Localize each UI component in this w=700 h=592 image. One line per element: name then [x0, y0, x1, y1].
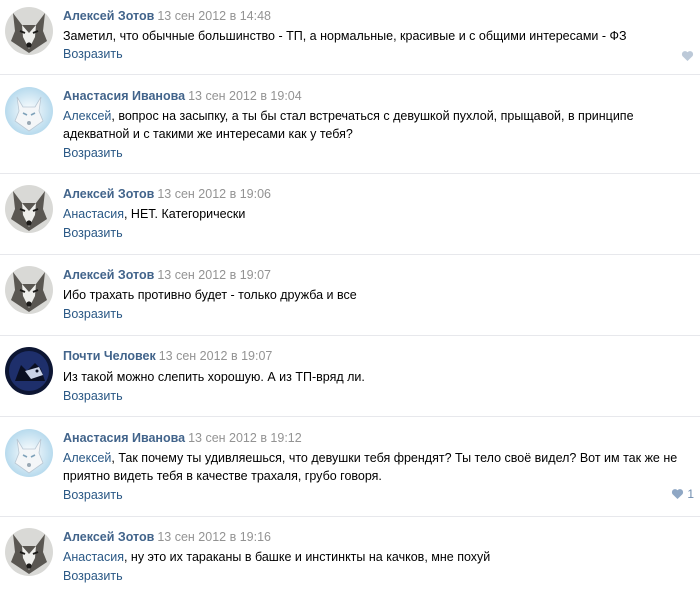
comment-date[interactable]: 13 сен 2012 в 19:07 [157, 268, 271, 282]
comment-text: Анастасия, НЕТ. Категорически [63, 205, 687, 223]
reply-button[interactable]: Возразить [63, 47, 123, 61]
comment-body: , НЕТ. Категорически [123, 207, 246, 221]
comment-header: Анастасия Иванова 13 сен 2012 в 19:12 [63, 431, 302, 445]
comment-item: Анастасия Иванова 13 сен 2012 в 19:12 Алек… [0, 417, 700, 517]
comment-item: Почти Человек 13 сен 2012 в 19:07 Из такой… [0, 336, 700, 417]
comment-text: Из такой можно слепить хорошую. А из ТП-… [63, 368, 687, 386]
comment-date[interactable]: 13 сен 2012 в 19:07 [159, 349, 273, 363]
comment-body: Ибо трахать противно будет - только друж… [63, 288, 357, 302]
avatar[interactable] [5, 7, 53, 55]
comment-item: Алексей Зотов 13 сен 2012 в 19:16 Анастаси… [0, 517, 700, 592]
mention-link[interactable]: Алексей [63, 451, 111, 465]
mention-link[interactable]: Анастасия [63, 207, 124, 221]
comment-header: Почти Человек 13 сен 2012 в 19:07 [63, 349, 272, 363]
reply-button[interactable]: Возразить [63, 569, 123, 583]
reply-button[interactable]: Возразить [63, 226, 123, 240]
comment-header: Алексей Зотов 13 сен 2012 в 19:07 [63, 268, 271, 282]
mention-link[interactable]: Анастасия [63, 550, 124, 564]
reply-button[interactable]: Возразить [63, 146, 123, 160]
like-count: 1 [687, 487, 694, 501]
white-wolf-icon [5, 429, 53, 477]
comment-header: Алексей Зотов 13 сен 2012 в 19:06 [63, 187, 271, 201]
comment-item: Алексей Зотов 13 сен 2012 в 14:48 Заметил,… [0, 0, 700, 75]
comment-header: Алексей Зотов 13 сен 2012 в 14:48 [63, 9, 271, 23]
comment-text: Алексей, Так почему ты удивляешься, что … [63, 449, 687, 485]
author-name[interactable]: Алексей Зотов [63, 268, 154, 282]
comment-body: , вопрос на засыпку, а ты бы стал встреч… [63, 109, 634, 141]
comment-date[interactable]: 13 сен 2012 в 14:48 [157, 9, 271, 23]
avatar[interactable] [5, 528, 53, 576]
comment-item: Анастасия Иванова 13 сен 2012 в 19:04 Алек… [0, 75, 700, 174]
author-name[interactable]: Почти Человек [63, 349, 156, 363]
comment-header: Анастасия Иванова 13 сен 2012 в 19:04 [63, 89, 302, 103]
comment-text: Ибо трахать противно будет - только друж… [63, 286, 687, 304]
comment-header: Алексей Зотов 13 сен 2012 в 19:16 [63, 530, 271, 544]
white-wolf-icon [5, 87, 53, 135]
avatar[interactable] [5, 266, 53, 314]
avatar[interactable] [5, 429, 53, 477]
comment-body: , ну это их тараканы в башке и инстинкты… [123, 550, 491, 564]
like-button[interactable]: 1 [671, 487, 694, 501]
comment-text: Заметил, что обычные большинство - ТП, а… [63, 27, 687, 45]
author-name[interactable]: Алексей Зотов [63, 530, 154, 544]
author-name[interactable]: Анастасия Иванова [63, 89, 185, 103]
reply-button[interactable]: Возразить [63, 389, 123, 403]
mention-link[interactable]: Алексей [63, 109, 111, 123]
like-button[interactable] [681, 49, 694, 63]
comment-date[interactable]: 13 сен 2012 в 19:12 [188, 431, 302, 445]
author-name[interactable]: Алексей Зотов [63, 187, 154, 201]
comment-date[interactable]: 13 сен 2012 в 19:04 [188, 89, 302, 103]
wolf-icon [5, 7, 53, 55]
author-name[interactable]: Анастасия Иванова [63, 431, 185, 445]
dark-wolf-icon [5, 347, 53, 395]
comment-body: Из такой можно слепить хорошую. А из ТП-… [63, 370, 365, 384]
comment-body: Заметил, что обычные большинство - ТП, а… [63, 29, 627, 43]
comment-date[interactable]: 13 сен 2012 в 19:06 [157, 187, 271, 201]
heart-icon [671, 488, 684, 500]
avatar[interactable] [5, 87, 53, 135]
reply-button[interactable]: Возразить [63, 307, 123, 321]
comment-text: Анастасия, ну это их тараканы в башке и … [63, 548, 687, 566]
comment-body: , Так почему ты удивляешься, что девушки… [63, 451, 678, 483]
wolf-icon [5, 528, 53, 576]
avatar[interactable] [5, 185, 53, 233]
wolf-icon [5, 266, 53, 314]
wolf-icon [5, 185, 53, 233]
reply-button[interactable]: Возразить [63, 488, 123, 502]
comment-item: Алексей Зотов 13 сен 2012 в 19:06 Анастаси… [0, 174, 700, 255]
heart-icon [681, 50, 694, 62]
comment-item: Алексей Зотов 13 сен 2012 в 19:07 Ибо трах… [0, 255, 700, 336]
avatar[interactable] [5, 347, 53, 395]
comments-list: Алексей Зотов 13 сен 2012 в 14:48 Заметил,… [0, 0, 700, 592]
comment-date[interactable]: 13 сен 2012 в 19:16 [157, 530, 271, 544]
comment-text: Алексей, вопрос на засыпку, а ты бы стал… [63, 107, 687, 143]
author-name[interactable]: Алексей Зотов [63, 9, 154, 23]
